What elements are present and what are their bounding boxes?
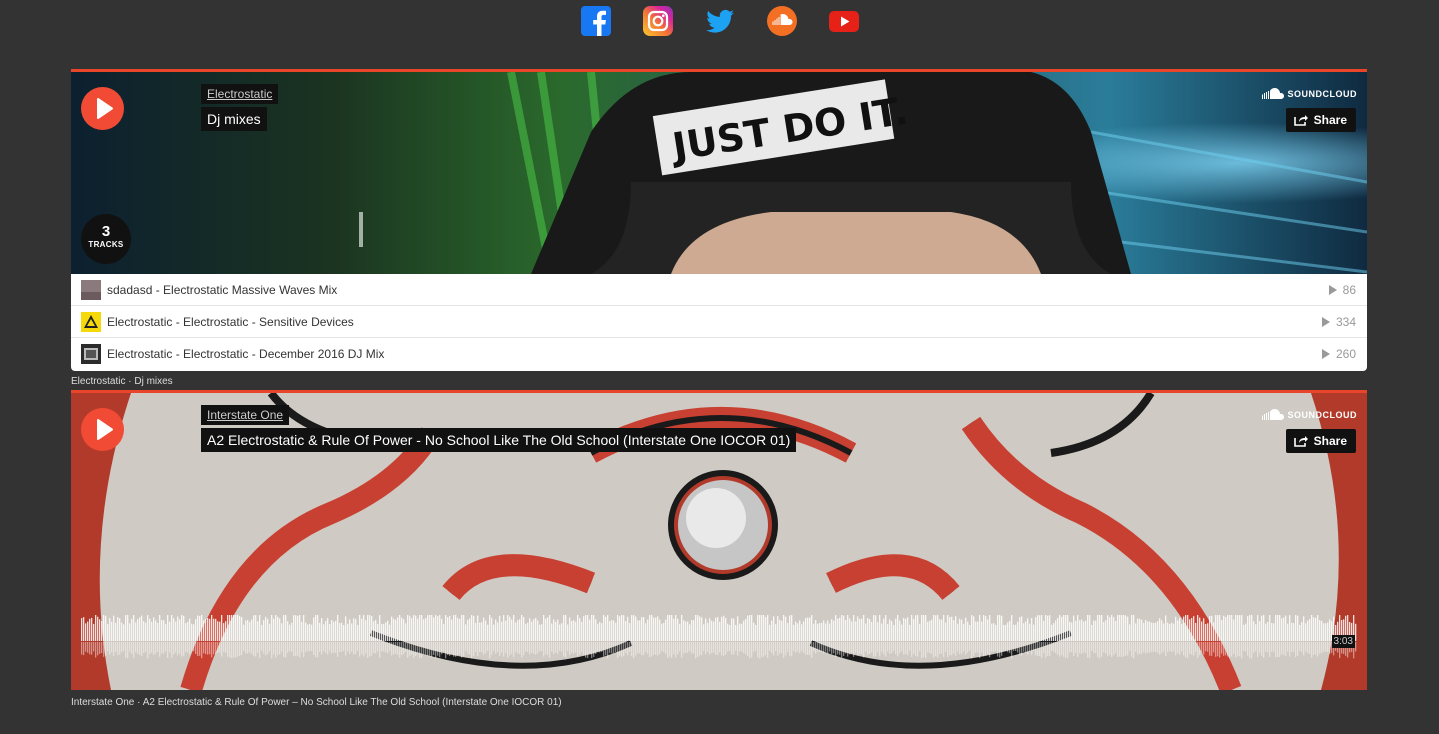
track-row-2[interactable]: Electrostatic - Electrostatic - Sensitiv… [71,306,1367,338]
play-count-value: 334 [1335,314,1356,329]
uploader-link[interactable]: Interstate One [201,405,290,425]
soundcloud-brand-text: SOUNDCLOUD [1287,409,1357,420]
share-label: Share [1313,434,1347,448]
track-thumbnail [81,311,101,332]
track-thumbnail [81,343,101,364]
soundcloud-brand-text: SOUNDCLOUD [1287,88,1357,99]
play-count-icon [1321,316,1330,327]
track-row-3[interactable]: Electrostatic - Electrostatic - December… [71,338,1367,369]
track-row-1[interactable]: sdadasd - Electrostatic Massive Waves Mi… [71,274,1367,306]
soundcloud-logo[interactable]: SOUNDCLOUD [1261,409,1358,420]
track-count-label: TRACKS [88,240,124,249]
share-icon [1293,436,1308,447]
track-title[interactable]: A2 Electrostatic & Rule Of Power - No Sc… [201,428,797,452]
youtube-icon[interactable] [828,6,859,36]
share-button[interactable]: Share [1285,429,1356,453]
play-count-icon [1321,348,1330,359]
share-button[interactable]: Share [1285,108,1356,132]
play-count-value: 260 [1335,346,1356,361]
play-count-icon [1328,284,1337,295]
twitter-icon[interactable] [705,6,735,36]
track-title: Electrostatic - Electrostatic - December… [107,346,385,361]
instagram-icon[interactable] [642,6,673,36]
track-duration: 3:03 [1331,635,1355,648]
play-count-value: 86 [1342,282,1356,297]
track-title: sdadasd - Electrostatic Massive Waves Mi… [107,282,338,297]
player-caption[interactable]: Electrostatic · Dj mixes [71,376,173,387]
play-count: 260 [1321,346,1356,361]
soundcloud-track-player: Interstate One A2 Electrostatic & Rule O… [71,390,1367,693]
facebook-icon[interactable] [580,6,611,36]
soundcloud-brand-icon [1261,88,1284,99]
player-caption[interactable]: Interstate One · A2 Electrostatic & Rule… [71,697,562,708]
play-button[interactable] [81,408,124,451]
track-count-badge: 3 TRACKS [81,214,131,264]
track-count: 3 [101,223,111,240]
soundcloud-logo[interactable]: SOUNDCLOUD [1261,88,1358,99]
share-label: Share [1313,113,1347,127]
soundcloud-icon[interactable] [766,6,797,36]
soundcloud-playlist-player: JUST DO IT. Electrostatic Dj mixes SOUND… [71,69,1367,371]
waveform[interactable] [81,615,1357,660]
soundcloud-brand-icon [1261,409,1284,420]
uploader-link[interactable]: Electrostatic [201,84,279,104]
play-count: 334 [1321,314,1356,329]
play-button[interactable] [81,87,124,130]
playlist-title[interactable]: Dj mixes [201,107,267,131]
track-list: sdadasd - Electrostatic Massive Waves Mi… [71,274,1367,369]
social-bar [0,6,1439,36]
play-count: 86 [1328,282,1356,297]
track-title: Electrostatic - Electrostatic - Sensitiv… [107,314,354,329]
share-icon [1293,115,1308,126]
track-thumbnail [81,279,101,300]
